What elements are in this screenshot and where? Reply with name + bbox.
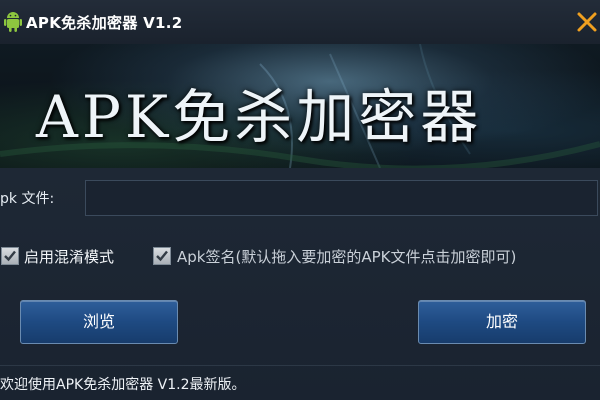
banner-title: APK免杀加密器 xyxy=(36,83,483,151)
apk-sign-label: Apk签名(默认拖入要加密的APK文件点击加密即可) xyxy=(177,248,517,266)
status-divider xyxy=(0,365,600,366)
file-label: pk 文件: xyxy=(0,191,55,207)
android-icon xyxy=(4,10,22,32)
header-banner: APK免杀加密器 xyxy=(0,44,600,168)
apk-sign-checkbox[interactable] xyxy=(153,247,171,265)
obfuscation-label: 启用混淆模式 xyxy=(24,248,115,266)
close-icon[interactable] xyxy=(576,10,598,34)
status-bar-text: 欢迎使用APK免杀加密器 V1.2最新版。 xyxy=(0,377,246,393)
window-title: APK免杀加密器 V1.2 xyxy=(26,14,183,32)
obfuscation-checkbox[interactable] xyxy=(1,247,19,265)
apk-file-input[interactable] xyxy=(85,180,598,216)
browse-button[interactable]: 浏览 xyxy=(20,300,178,344)
title-bar: APK免杀加密器 V1.2 xyxy=(0,0,600,44)
encrypt-button[interactable]: 加密 xyxy=(418,300,586,344)
